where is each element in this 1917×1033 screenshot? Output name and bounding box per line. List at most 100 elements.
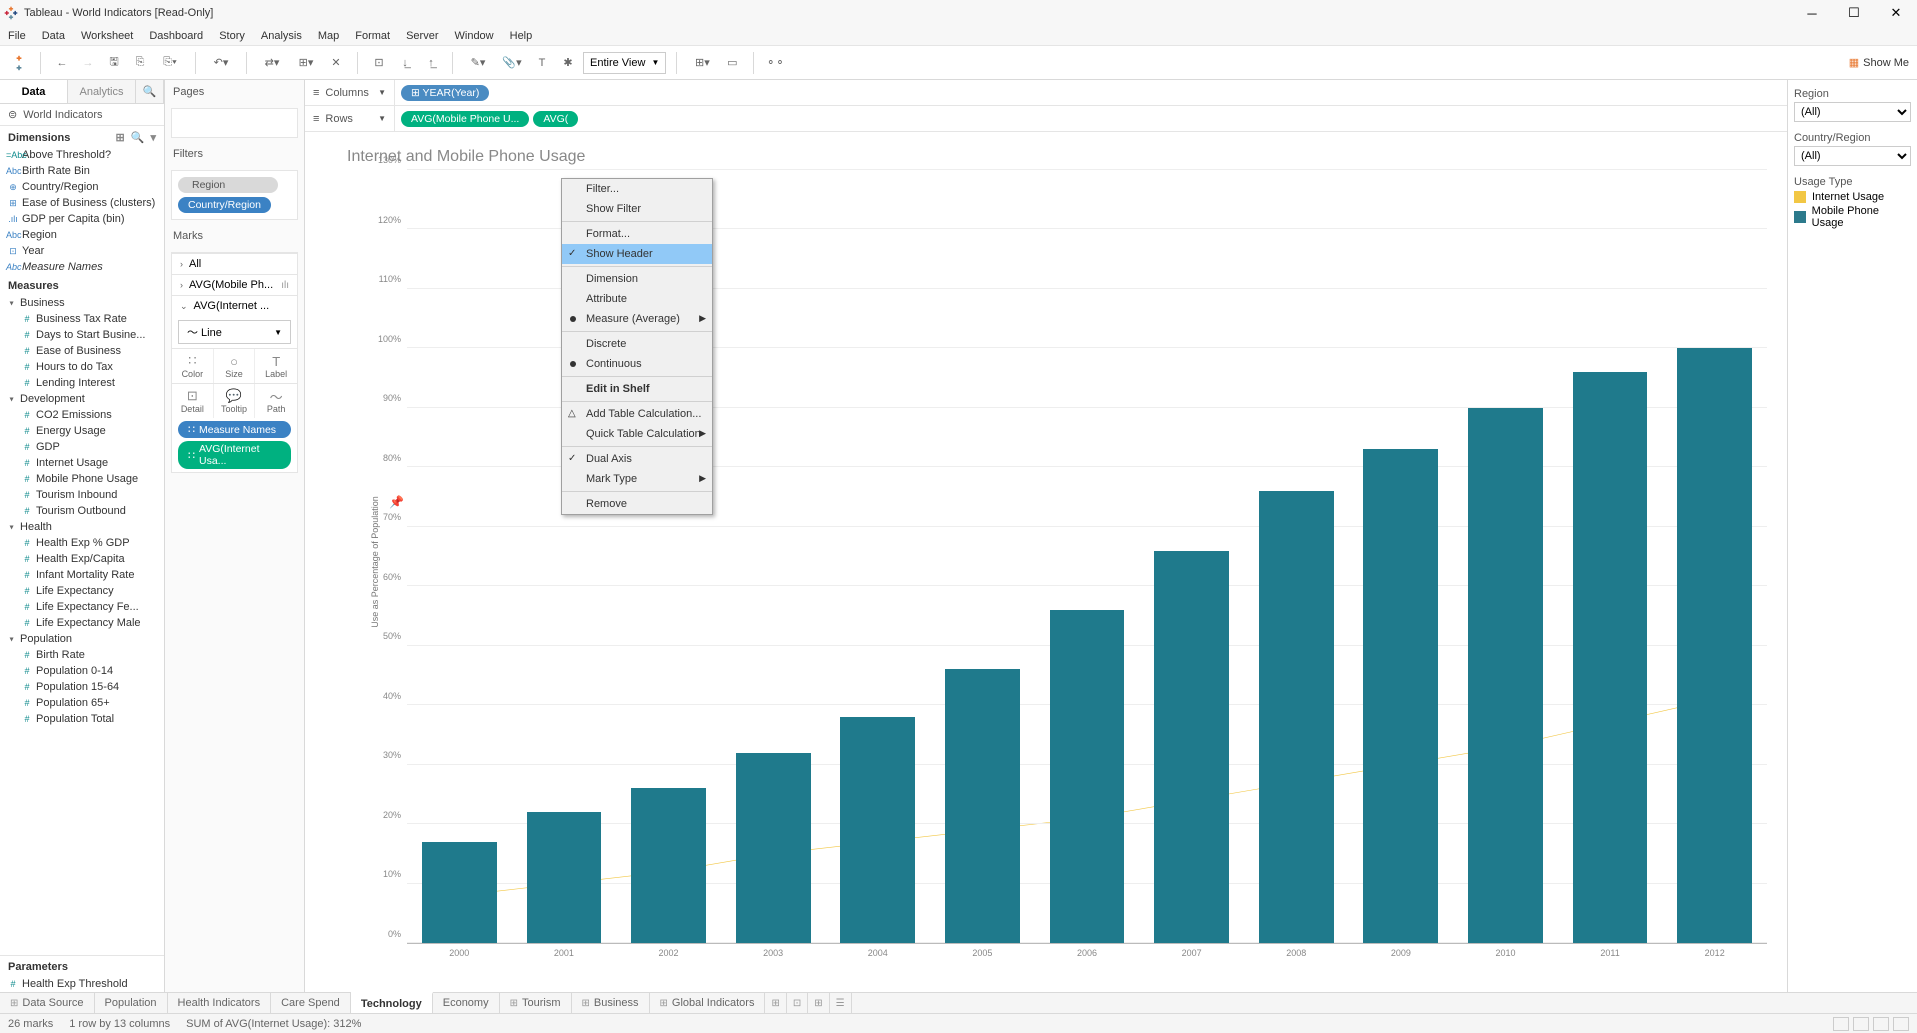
field-gdp-per-capita-bin-[interactable]: .ılıGDP per Capita (bin): [0, 211, 164, 227]
bar[interactable]: [945, 669, 1020, 943]
menu-item-show-filter[interactable]: Show Filter: [562, 199, 712, 219]
field-life-expectancy-fe-[interactable]: #Life Expectancy Fe...: [0, 599, 164, 615]
field-life-expectancy[interactable]: #Life Expectancy: [0, 583, 164, 599]
bar[interactable]: [1363, 449, 1438, 943]
menu-item-discrete[interactable]: Discrete: [562, 334, 712, 354]
menu-item-edit-in-shelf[interactable]: Edit in Shelf: [562, 379, 712, 399]
menu-item-dimension[interactable]: Dimension: [562, 269, 712, 289]
sort-asc-button[interactable]: ↓̲: [394, 52, 416, 74]
field-population-65-[interactable]: #Population 65+: [0, 695, 164, 711]
new-tab-button-2[interactable]: ⊞: [808, 993, 829, 1013]
marks-card-1[interactable]: ›AVG(Mobile Ph...ılı: [172, 274, 297, 295]
new-tab-button-3[interactable]: ☰: [830, 993, 852, 1013]
pages-shelf[interactable]: [171, 108, 298, 138]
field-birth-rate[interactable]: #Birth Rate: [0, 647, 164, 663]
sheet-tab-global-indicators[interactable]: ⊞Global Indicators: [650, 993, 766, 1013]
field-co2-emissions[interactable]: #CO2 Emissions: [0, 407, 164, 423]
tab-data[interactable]: Data: [0, 80, 68, 103]
bar[interactable]: [1573, 372, 1648, 943]
filter-country-region[interactable]: (All): [1794, 146, 1911, 166]
show-me-button[interactable]: ▦Show Me: [1849, 56, 1909, 69]
view-mode-2[interactable]: [1853, 1017, 1869, 1031]
field-country-region[interactable]: ⊕Country/Region: [0, 179, 164, 195]
field-tourism-inbound[interactable]: #Tourism Inbound: [0, 487, 164, 503]
bar[interactable]: [527, 812, 602, 943]
view-mode-1[interactable]: [1833, 1017, 1849, 1031]
field-tourism-outbound[interactable]: #Tourism Outbound: [0, 503, 164, 519]
group-development[interactable]: Development: [0, 391, 164, 407]
field-population-15-64[interactable]: #Population 15-64: [0, 679, 164, 695]
field-year[interactable]: ⊡Year: [0, 243, 164, 259]
field-health-exp-capita[interactable]: #Health Exp/Capita: [0, 551, 164, 567]
menu-item-add-table-calculation-[interactable]: △Add Table Calculation...: [562, 404, 712, 424]
field-population-total[interactable]: #Population Total: [0, 711, 164, 727]
sort-button[interactable]: ⊞▾: [291, 52, 321, 74]
sheet-tab-technology[interactable]: Technology: [351, 992, 433, 1013]
marks-size[interactable]: ○Size: [214, 349, 256, 383]
maximize-button[interactable]: ☐: [1833, 0, 1875, 26]
field-gdp[interactable]: #GDP: [0, 439, 164, 455]
tab-analytics[interactable]: Analytics: [68, 80, 136, 103]
sheet-tab-health-indicators[interactable]: Health Indicators: [168, 993, 272, 1013]
menu-worksheet[interactable]: Worksheet: [81, 30, 133, 42]
share-button[interactable]: ⚬⚬: [764, 52, 786, 74]
menu-help[interactable]: Help: [510, 30, 533, 42]
tableau-icon[interactable]: [8, 52, 30, 74]
field-ease-of-business[interactable]: #Ease of Business: [0, 343, 164, 359]
field-birth-rate-bin[interactable]: AbcBirth Rate Bin: [0, 163, 164, 179]
marks-card-0[interactable]: ›All: [172, 253, 297, 274]
menu-item-format-[interactable]: Format...: [562, 224, 712, 244]
swap-button[interactable]: ⇄▾: [257, 52, 287, 74]
marks-tooltip[interactable]: 💬Tooltip: [214, 384, 256, 418]
view-mode-4[interactable]: [1893, 1017, 1909, 1031]
fix-axis-button[interactable]: ✱: [557, 52, 579, 74]
marks-pill[interactable]: ∷AVG(Internet Usa...: [178, 441, 291, 469]
field-measure-names[interactable]: AbcMeasure Names: [0, 259, 164, 275]
view-mode-3[interactable]: [1873, 1017, 1889, 1031]
new-tab-button-1[interactable]: ⊡: [787, 993, 808, 1013]
field-infant-mortality-rate[interactable]: #Infant Mortality Rate: [0, 567, 164, 583]
bar[interactable]: [1154, 551, 1229, 943]
sort-desc-button[interactable]: ↑̲: [420, 52, 442, 74]
filter-pill-country-region[interactable]: Country/Region: [178, 197, 271, 213]
sheet-tab-tourism[interactable]: ⊞Tourism: [500, 993, 572, 1013]
menu-item-filter-[interactable]: Filter...: [562, 179, 712, 199]
marks-color[interactable]: ∷Color: [172, 349, 214, 383]
fit-dropdown[interactable]: Entire View▼: [583, 52, 666, 74]
bar[interactable]: [631, 788, 706, 943]
sheet-tab-population[interactable]: Population: [95, 993, 168, 1013]
attach-button[interactable]: 📎▾: [497, 52, 527, 74]
menu-story[interactable]: Story: [219, 30, 245, 42]
menu-item-measure-average-[interactable]: Measure (Average)▶: [562, 309, 712, 329]
sheet-tab-care-spend[interactable]: Care Spend: [271, 993, 351, 1013]
menu-item-dual-axis[interactable]: ✓Dual Axis: [562, 449, 712, 469]
row-pill[interactable]: AVG(: [533, 111, 578, 127]
list-view-icon[interactable]: ⊞: [116, 131, 125, 144]
marks-detail[interactable]: ⊡Detail: [172, 384, 214, 418]
group-button[interactable]: ⊡: [368, 52, 390, 74]
columns-shelf[interactable]: ⊞ YEAR(Year): [395, 83, 1787, 103]
label-button[interactable]: T: [531, 52, 553, 74]
field-hours-to-do-tax[interactable]: #Hours to do Tax: [0, 359, 164, 375]
menu-item-show-header[interactable]: ✓Show Header: [562, 244, 712, 264]
bar[interactable]: [1677, 348, 1752, 943]
menu-item-attribute[interactable]: Attribute: [562, 289, 712, 309]
field-above-threshold-[interactable]: =AbcAbove Threshold?: [0, 147, 164, 163]
legend-item[interactable]: Internet Usage: [1794, 190, 1911, 204]
undo-button[interactable]: ↶▾: [206, 52, 236, 74]
sheet-tab-data-source[interactable]: ⊞Data Source: [0, 993, 95, 1013]
marks-pill[interactable]: ∷Measure Names: [178, 421, 291, 438]
mark-type-dropdown[interactable]: 〜 Line▼: [178, 320, 291, 344]
menu-item-mark-type[interactable]: Mark Type▶: [562, 469, 712, 489]
bar[interactable]: [1468, 408, 1543, 943]
marks-path[interactable]: 〜Path: [255, 384, 297, 418]
filters-shelf[interactable]: Region Country/Region: [171, 170, 298, 220]
filter-pill-region[interactable]: Region: [178, 177, 278, 193]
marks-card-2[interactable]: ⌄AVG(Internet ...: [172, 295, 297, 316]
new-datasource-button[interactable]: ⎘: [129, 52, 151, 74]
group-health[interactable]: Health: [0, 519, 164, 535]
bar[interactable]: [1050, 610, 1125, 943]
menu-analysis[interactable]: Analysis: [261, 30, 302, 42]
field-lending-interest[interactable]: #Lending Interest: [0, 375, 164, 391]
menu-format[interactable]: Format: [355, 30, 390, 42]
